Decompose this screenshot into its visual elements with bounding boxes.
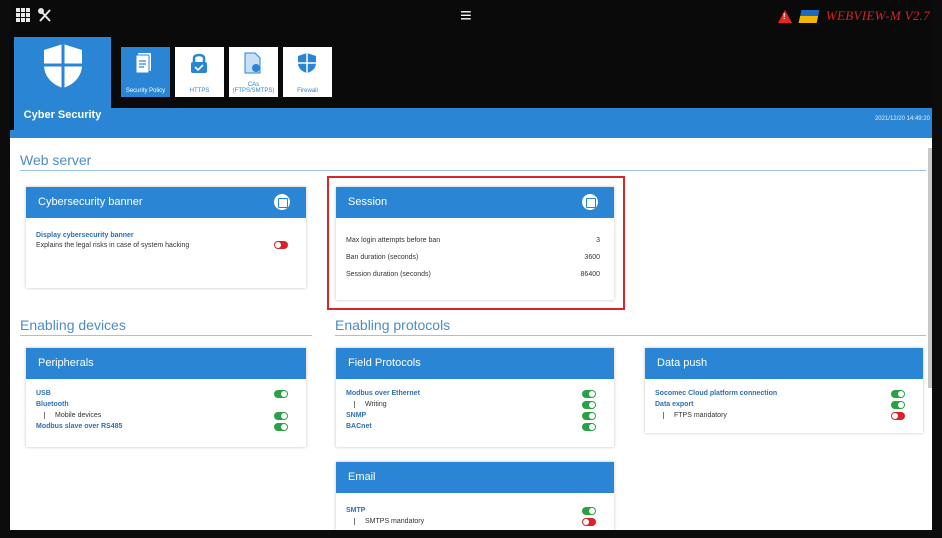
- bluetooth-row: Bluetooth: [36, 399, 296, 410]
- cyber-security-tile[interactable]: Cyber Security: [14, 37, 111, 132]
- writing-row: Writing: [346, 399, 604, 410]
- modbus-eth-label: Modbus over Ethernet: [346, 390, 420, 397]
- mobile-devices-row: Mobile devices: [36, 410, 296, 421]
- email-card: Email SMTP SMTPS mandatory: [336, 462, 614, 530]
- modbus-eth-row: Modbus over Ethernet: [346, 388, 604, 399]
- bluetooth-label: Bluetooth: [36, 401, 69, 408]
- brand-area: WEBVIEW-M V2.7: [777, 8, 930, 24]
- banner-row: Display cybersecurity banner: [36, 230, 296, 241]
- card-title: Email: [348, 471, 376, 483]
- top-left-icons: [16, 8, 52, 27]
- document-check-icon: [135, 53, 151, 74]
- tab-cas[interactable]: CAs (FTPS/SMTPS): [229, 47, 278, 97]
- banner-description: Explains the legal risks in case of syst…: [36, 242, 190, 249]
- card-header: Peripherals: [26, 348, 306, 379]
- cloud-row: Socomec Cloud platform connection: [655, 388, 913, 399]
- cloud-label: Socomec Cloud platform connection: [655, 390, 778, 397]
- smtps-label: SMTPS mandatory: [354, 518, 424, 525]
- smtp-row: SMTP: [346, 505, 604, 516]
- datetime: 2021/12/20 14:49:20: [874, 116, 930, 122]
- card-header: Data push: [645, 348, 923, 379]
- grid-icon[interactable]: [16, 8, 30, 27]
- ftps-label: FTPS mandatory: [663, 412, 727, 419]
- smtps-toggle[interactable]: [582, 517, 596, 526]
- frame-left-border: [0, 0, 10, 538]
- cloud-toggle[interactable]: [891, 389, 905, 398]
- section-web-server: Web server: [20, 152, 92, 168]
- edit-icon[interactable]: [274, 194, 290, 210]
- alarm-icon[interactable]: [777, 9, 792, 23]
- card-body: USB Bluetooth Mobile devices Modbus slav…: [26, 379, 306, 440]
- tab-firewall[interactable]: Firewall: [283, 47, 332, 97]
- data-push-card: Data push Socomec Cloud platform connect…: [645, 348, 923, 433]
- frame-bottom-border: [0, 530, 942, 538]
- snmp-row: SNMP: [346, 410, 604, 421]
- peripherals-card: Peripherals USB Bluetooth Mobile devices…: [26, 348, 306, 447]
- section-divider: [335, 335, 926, 336]
- data-export-row: Data export: [655, 399, 913, 410]
- card-title: Cybersecurity banner: [38, 196, 143, 208]
- data-export-label: Data export: [655, 401, 694, 408]
- mobile-devices-toggle[interactable]: [274, 411, 288, 420]
- app-title: Cyber Security: [23, 109, 102, 121]
- brand-title: WEBVIEW-M V2.7: [825, 8, 930, 23]
- section-divider: [20, 170, 926, 171]
- field-protocols-card: Field Protocols Modbus over Ethernet Wri…: [336, 348, 614, 447]
- frame-right-border: [932, 0, 942, 538]
- smtp-label: SMTP: [346, 507, 366, 514]
- modbus-slave-row: Modbus slave over RS485: [36, 421, 296, 432]
- card-title: Field Protocols: [348, 357, 421, 369]
- usb-toggle[interactable]: [274, 389, 288, 398]
- banner-desc-row: Explains the legal risks in case of syst…: [36, 241, 296, 251]
- card-body: Display cybersecurity banner Explains th…: [26, 218, 306, 259]
- tools-icon[interactable]: [38, 8, 52, 27]
- card-body: SMTP SMTPS mandatory: [336, 493, 614, 535]
- ftps-row: FTPS mandatory: [655, 410, 913, 421]
- flag-icon[interactable]: [798, 9, 820, 23]
- smtps-row: SMTPS mandatory: [346, 516, 604, 527]
- smtp-toggle[interactable]: [582, 506, 596, 515]
- section-divider: [20, 335, 312, 336]
- tab-security-policy[interactable]: Security Policy: [121, 47, 170, 97]
- bacnet-toggle[interactable]: [582, 422, 596, 431]
- snmp-label: SNMP: [346, 412, 367, 419]
- tab-https[interactable]: HTTPS: [175, 47, 224, 97]
- shield-icon: [44, 44, 82, 88]
- ftps-toggle[interactable]: [891, 411, 905, 420]
- section-enabling-devices: Enabling devices: [20, 317, 126, 333]
- scrollbar[interactable]: [928, 148, 932, 388]
- certificate-icon: [244, 52, 261, 74]
- writing-label: Writing: [354, 401, 387, 408]
- bacnet-row: BACnet: [346, 421, 604, 432]
- section-enabling-protocols: Enabling protocols: [335, 317, 451, 333]
- tab-bar: Security Policy HTTPS CAs (FTPS/SMTPS) F…: [121, 47, 332, 97]
- firewall-shield-icon: [298, 53, 316, 73]
- lock-icon: [191, 53, 207, 73]
- card-title: Data push: [657, 357, 708, 369]
- display-banner-label: Display cybersecurity banner: [36, 232, 134, 239]
- highlight-box: [327, 176, 625, 310]
- modbus-slave-toggle[interactable]: [274, 422, 288, 431]
- writing-toggle[interactable]: [582, 400, 596, 409]
- card-header: Field Protocols: [336, 348, 614, 379]
- card-title: Peripherals: [38, 357, 94, 369]
- usb-label: USB: [36, 390, 51, 397]
- card-body: Modbus over Ethernet Writing SNMP BACnet: [336, 379, 614, 440]
- data-export-toggle[interactable]: [891, 400, 905, 409]
- snmp-toggle[interactable]: [582, 411, 596, 420]
- card-body: Socomec Cloud platform connection Data e…: [645, 379, 923, 429]
- card-header: Email: [336, 462, 614, 493]
- status-bar: 2021/12/20 14:49:20: [111, 108, 932, 130]
- mobile-devices-label: Mobile devices: [44, 412, 101, 419]
- modbus-eth-toggle[interactable]: [582, 389, 596, 398]
- menu-icon[interactable]: ≡: [460, 6, 472, 26]
- bacnet-label: BACnet: [346, 423, 372, 430]
- modbus-slave-label: Modbus slave over RS485: [36, 423, 123, 430]
- banner-toggle[interactable]: [274, 241, 288, 249]
- card-header: Cybersecurity banner: [26, 187, 306, 218]
- usb-row: USB: [36, 388, 296, 399]
- cybersecurity-banner-card: Cybersecurity banner Display cybersecuri…: [26, 187, 306, 288]
